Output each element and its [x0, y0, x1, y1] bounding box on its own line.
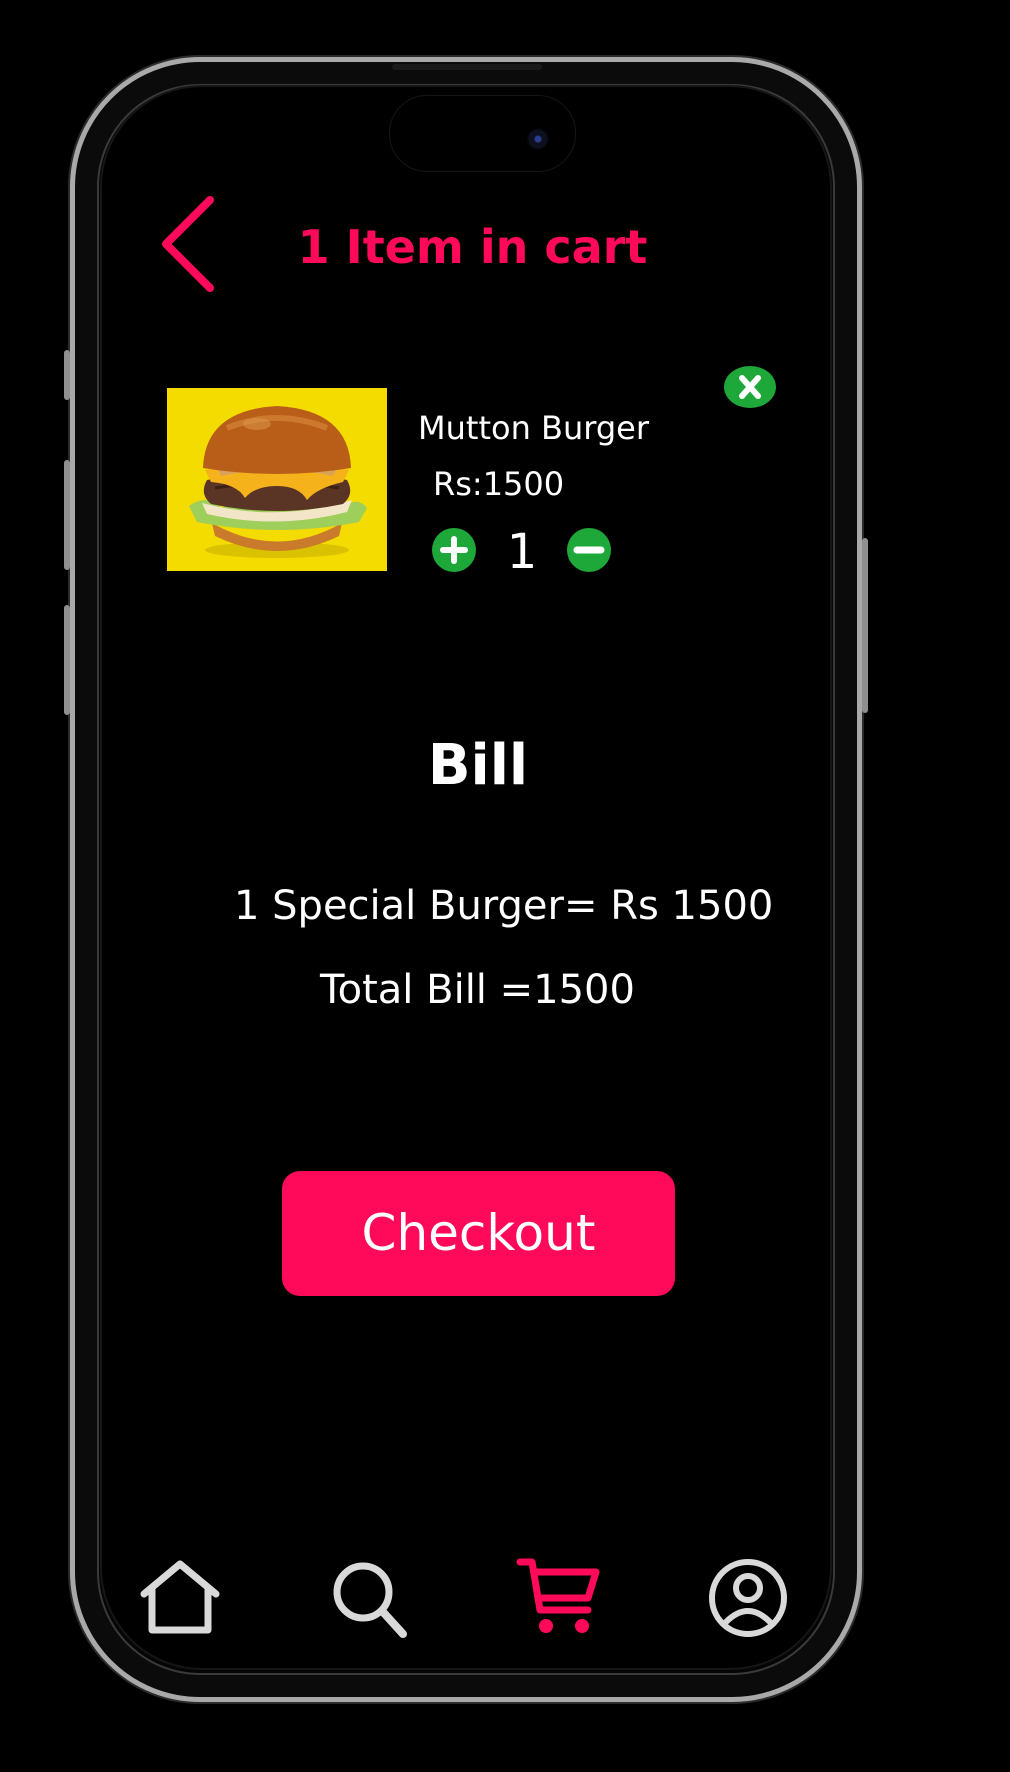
- phone-volume-down-button: [64, 605, 70, 715]
- item-name: Mutton Burger: [418, 409, 649, 447]
- bill-total: Total Bill =1500: [320, 967, 635, 1013]
- increase-quantity-button[interactable]: [432, 528, 476, 572]
- phone-volume-up-button: [64, 460, 70, 570]
- decrease-quantity-button[interactable]: [567, 528, 611, 572]
- nav-search[interactable]: [327, 1556, 411, 1640]
- minus-icon: [573, 546, 605, 554]
- phone-power-button: [862, 538, 868, 713]
- remove-item-button[interactable]: [724, 366, 776, 408]
- item-price: Rs:1500: [433, 465, 565, 503]
- chevron-left-icon: [162, 196, 214, 292]
- quantity-value: 1: [506, 524, 538, 580]
- camera-icon: [527, 128, 549, 150]
- phone-speaker: [392, 64, 542, 70]
- back-button[interactable]: [152, 194, 222, 294]
- nav-profile[interactable]: [706, 1556, 790, 1640]
- cart-icon: [516, 1558, 600, 1633]
- page-title: 1 Item in cart: [297, 220, 648, 274]
- checkout-button[interactable]: Checkout: [282, 1171, 675, 1296]
- search-icon: [333, 1562, 407, 1638]
- bill-line-item: 1 Special Burger= Rs 1500: [234, 883, 774, 929]
- bill-heading: Bill: [427, 733, 529, 798]
- home-icon: [140, 1560, 220, 1634]
- nav-cart[interactable]: [516, 1556, 600, 1640]
- plus-icon: [440, 536, 468, 564]
- profile-icon: [709, 1559, 787, 1637]
- nav-home[interactable]: [138, 1556, 222, 1640]
- close-icon: [739, 375, 761, 399]
- burger-image: [167, 388, 387, 571]
- phone-side-button: [64, 350, 70, 400]
